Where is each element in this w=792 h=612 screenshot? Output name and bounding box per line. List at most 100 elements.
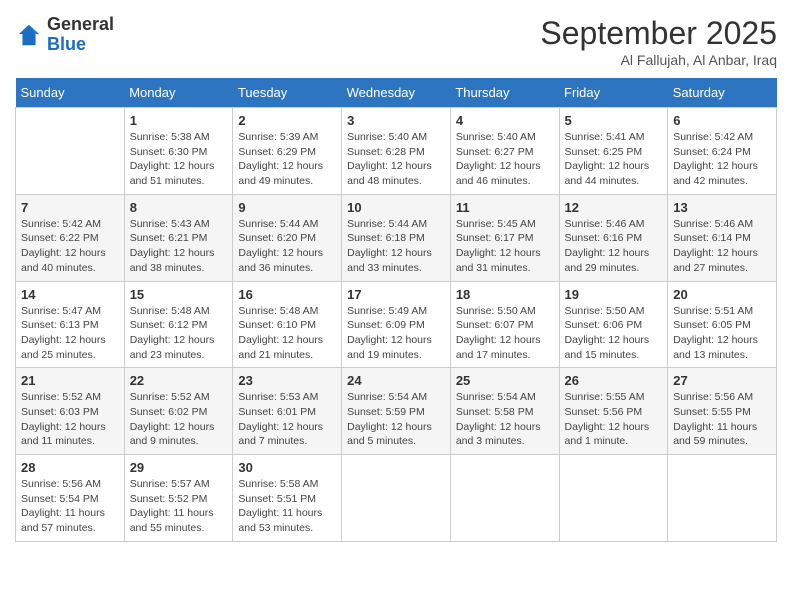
day-info: Sunrise: 5:48 AM Sunset: 6:10 PM Dayligh… xyxy=(238,304,336,363)
weekday-header-thursday: Thursday xyxy=(450,78,559,108)
calendar-cell: 10 Sunrise: 5:44 AM Sunset: 6:18 PM Dayli… xyxy=(342,194,451,281)
day-info: Sunrise: 5:57 AM Sunset: 5:52 PM Dayligh… xyxy=(130,477,228,536)
day-info: Sunrise: 5:53 AM Sunset: 6:01 PM Dayligh… xyxy=(238,390,336,449)
calendar-cell: 2 Sunrise: 5:39 AM Sunset: 6:29 PM Daylig… xyxy=(233,108,342,195)
weekday-header-tuesday: Tuesday xyxy=(233,78,342,108)
day-info: Sunrise: 5:42 AM Sunset: 6:24 PM Dayligh… xyxy=(673,130,771,189)
day-info: Sunrise: 5:52 AM Sunset: 6:03 PM Dayligh… xyxy=(21,390,119,449)
logo: General Blue xyxy=(15,15,114,55)
day-number: 28 xyxy=(21,460,119,475)
calendar-cell: 17 Sunrise: 5:49 AM Sunset: 6:09 PM Dayli… xyxy=(342,281,451,368)
day-number: 30 xyxy=(238,460,336,475)
logo-text: General Blue xyxy=(47,15,114,55)
day-number: 10 xyxy=(347,200,445,215)
calendar-cell: 28 Sunrise: 5:56 AM Sunset: 5:54 PM Dayli… xyxy=(16,455,125,542)
day-info: Sunrise: 5:39 AM Sunset: 6:29 PM Dayligh… xyxy=(238,130,336,189)
day-info: Sunrise: 5:52 AM Sunset: 6:02 PM Dayligh… xyxy=(130,390,228,449)
weekday-header-monday: Monday xyxy=(124,78,233,108)
calendar-cell: 22 Sunrise: 5:52 AM Sunset: 6:02 PM Dayli… xyxy=(124,368,233,455)
calendar-cell xyxy=(450,455,559,542)
day-number: 14 xyxy=(21,287,119,302)
day-number: 21 xyxy=(21,373,119,388)
day-info: Sunrise: 5:50 AM Sunset: 6:07 PM Dayligh… xyxy=(456,304,554,363)
calendar-cell: 29 Sunrise: 5:57 AM Sunset: 5:52 PM Dayli… xyxy=(124,455,233,542)
day-number: 20 xyxy=(673,287,771,302)
day-info: Sunrise: 5:49 AM Sunset: 6:09 PM Dayligh… xyxy=(347,304,445,363)
day-number: 29 xyxy=(130,460,228,475)
day-info: Sunrise: 5:43 AM Sunset: 6:21 PM Dayligh… xyxy=(130,217,228,276)
calendar-week-5: 28 Sunrise: 5:56 AM Sunset: 5:54 PM Dayli… xyxy=(16,455,777,542)
calendar-week-1: 1Sunrise: 5:38 AM Sunset: 6:30 PM Daylig… xyxy=(16,108,777,195)
day-number: 16 xyxy=(238,287,336,302)
calendar-cell: 5 Sunrise: 5:41 AM Sunset: 6:25 PM Daylig… xyxy=(559,108,668,195)
day-number: 6 xyxy=(673,113,771,128)
logo-icon xyxy=(15,21,43,49)
calendar-cell xyxy=(668,455,777,542)
day-number: 27 xyxy=(673,373,771,388)
day-info: Sunrise: 5:54 AM Sunset: 5:59 PM Dayligh… xyxy=(347,390,445,449)
calendar-week-2: 7 Sunrise: 5:42 AM Sunset: 6:22 PM Daylig… xyxy=(16,194,777,281)
day-info: Sunrise: 5:58 AM Sunset: 5:51 PM Dayligh… xyxy=(238,477,336,536)
calendar-cell: 26 Sunrise: 5:55 AM Sunset: 5:56 PM Dayli… xyxy=(559,368,668,455)
weekday-header-wednesday: Wednesday xyxy=(342,78,451,108)
day-number: 26 xyxy=(565,373,663,388)
calendar-cell: 23 Sunrise: 5:53 AM Sunset: 6:01 PM Dayli… xyxy=(233,368,342,455)
calendar-week-4: 21 Sunrise: 5:52 AM Sunset: 6:03 PM Dayli… xyxy=(16,368,777,455)
calendar-cell: 11 Sunrise: 5:45 AM Sunset: 6:17 PM Dayli… xyxy=(450,194,559,281)
day-info: Sunrise: 5:40 AM Sunset: 6:27 PM Dayligh… xyxy=(456,130,554,189)
day-number: 25 xyxy=(456,373,554,388)
calendar-cell: 15Sunrise: 5:48 AM Sunset: 6:12 PM Dayli… xyxy=(124,281,233,368)
day-number: 8 xyxy=(130,200,228,215)
day-number: 15 xyxy=(130,287,228,302)
day-info: Sunrise: 5:51 AM Sunset: 6:05 PM Dayligh… xyxy=(673,304,771,363)
day-number: 22 xyxy=(130,373,228,388)
calendar-cell: 8 Sunrise: 5:43 AM Sunset: 6:21 PM Daylig… xyxy=(124,194,233,281)
day-number: 7 xyxy=(21,200,119,215)
calendar-cell xyxy=(16,108,125,195)
day-info: Sunrise: 5:55 AM Sunset: 5:56 PM Dayligh… xyxy=(565,390,663,449)
calendar-cell xyxy=(342,455,451,542)
day-number: 17 xyxy=(347,287,445,302)
day-info: Sunrise: 5:47 AM Sunset: 6:13 PM Dayligh… xyxy=(21,304,119,363)
day-info: Sunrise: 5:56 AM Sunset: 5:55 PM Dayligh… xyxy=(673,390,771,449)
calendar-week-3: 14 Sunrise: 5:47 AM Sunset: 6:13 PM Dayli… xyxy=(16,281,777,368)
day-info: Sunrise: 5:44 AM Sunset: 6:20 PM Dayligh… xyxy=(238,217,336,276)
month-title: September 2025 xyxy=(540,15,777,52)
day-info: Sunrise: 5:46 AM Sunset: 6:14 PM Dayligh… xyxy=(673,217,771,276)
day-number: 12 xyxy=(565,200,663,215)
weekday-header-sunday: Sunday xyxy=(16,78,125,108)
day-number: 19 xyxy=(565,287,663,302)
calendar-cell: 6 Sunrise: 5:42 AM Sunset: 6:24 PM Daylig… xyxy=(668,108,777,195)
day-number: 13 xyxy=(673,200,771,215)
day-info: Sunrise: 5:54 AM Sunset: 5:58 PM Dayligh… xyxy=(456,390,554,449)
calendar-cell: 13 Sunrise: 5:46 AM Sunset: 6:14 PM Dayli… xyxy=(668,194,777,281)
calendar-cell: 25 Sunrise: 5:54 AM Sunset: 5:58 PM Dayli… xyxy=(450,368,559,455)
day-info: Sunrise: 5:38 AM Sunset: 6:30 PM Dayligh… xyxy=(130,130,228,189)
calendar-table: SundayMondayTuesdayWednesdayThursdayFrid… xyxy=(15,78,777,542)
day-info: Sunrise: 5:40 AM Sunset: 6:28 PM Dayligh… xyxy=(347,130,445,189)
weekday-header-row: SundayMondayTuesdayWednesdayThursdayFrid… xyxy=(16,78,777,108)
calendar-cell: 20 Sunrise: 5:51 AM Sunset: 6:05 PM Dayli… xyxy=(668,281,777,368)
day-number: 24 xyxy=(347,373,445,388)
weekday-header-friday: Friday xyxy=(559,78,668,108)
calendar-cell: 19 Sunrise: 5:50 AM Sunset: 6:06 PM Dayli… xyxy=(559,281,668,368)
day-number: 4 xyxy=(456,113,554,128)
title-block: September 2025 Al Fallujah, Al Anbar, Ir… xyxy=(540,15,777,68)
page-header: General Blue September 2025 Al Fallujah,… xyxy=(15,15,777,68)
day-number: 5 xyxy=(565,113,663,128)
day-info: Sunrise: 5:50 AM Sunset: 6:06 PM Dayligh… xyxy=(565,304,663,363)
day-info: Sunrise: 5:42 AM Sunset: 6:22 PM Dayligh… xyxy=(21,217,119,276)
day-info: Sunrise: 5:41 AM Sunset: 6:25 PM Dayligh… xyxy=(565,130,663,189)
day-number: 2 xyxy=(238,113,336,128)
day-info: Sunrise: 5:56 AM Sunset: 5:54 PM Dayligh… xyxy=(21,477,119,536)
day-number: 9 xyxy=(238,200,336,215)
day-info: Sunrise: 5:44 AM Sunset: 6:18 PM Dayligh… xyxy=(347,217,445,276)
day-number: 11 xyxy=(456,200,554,215)
calendar-cell: 12Sunrise: 5:46 AM Sunset: 6:16 PM Dayli… xyxy=(559,194,668,281)
day-number: 23 xyxy=(238,373,336,388)
calendar-cell: 1Sunrise: 5:38 AM Sunset: 6:30 PM Daylig… xyxy=(124,108,233,195)
day-info: Sunrise: 5:45 AM Sunset: 6:17 PM Dayligh… xyxy=(456,217,554,276)
calendar-cell xyxy=(559,455,668,542)
calendar-cell: 16 Sunrise: 5:48 AM Sunset: 6:10 PM Dayli… xyxy=(233,281,342,368)
location: Al Fallujah, Al Anbar, Iraq xyxy=(540,52,777,68)
